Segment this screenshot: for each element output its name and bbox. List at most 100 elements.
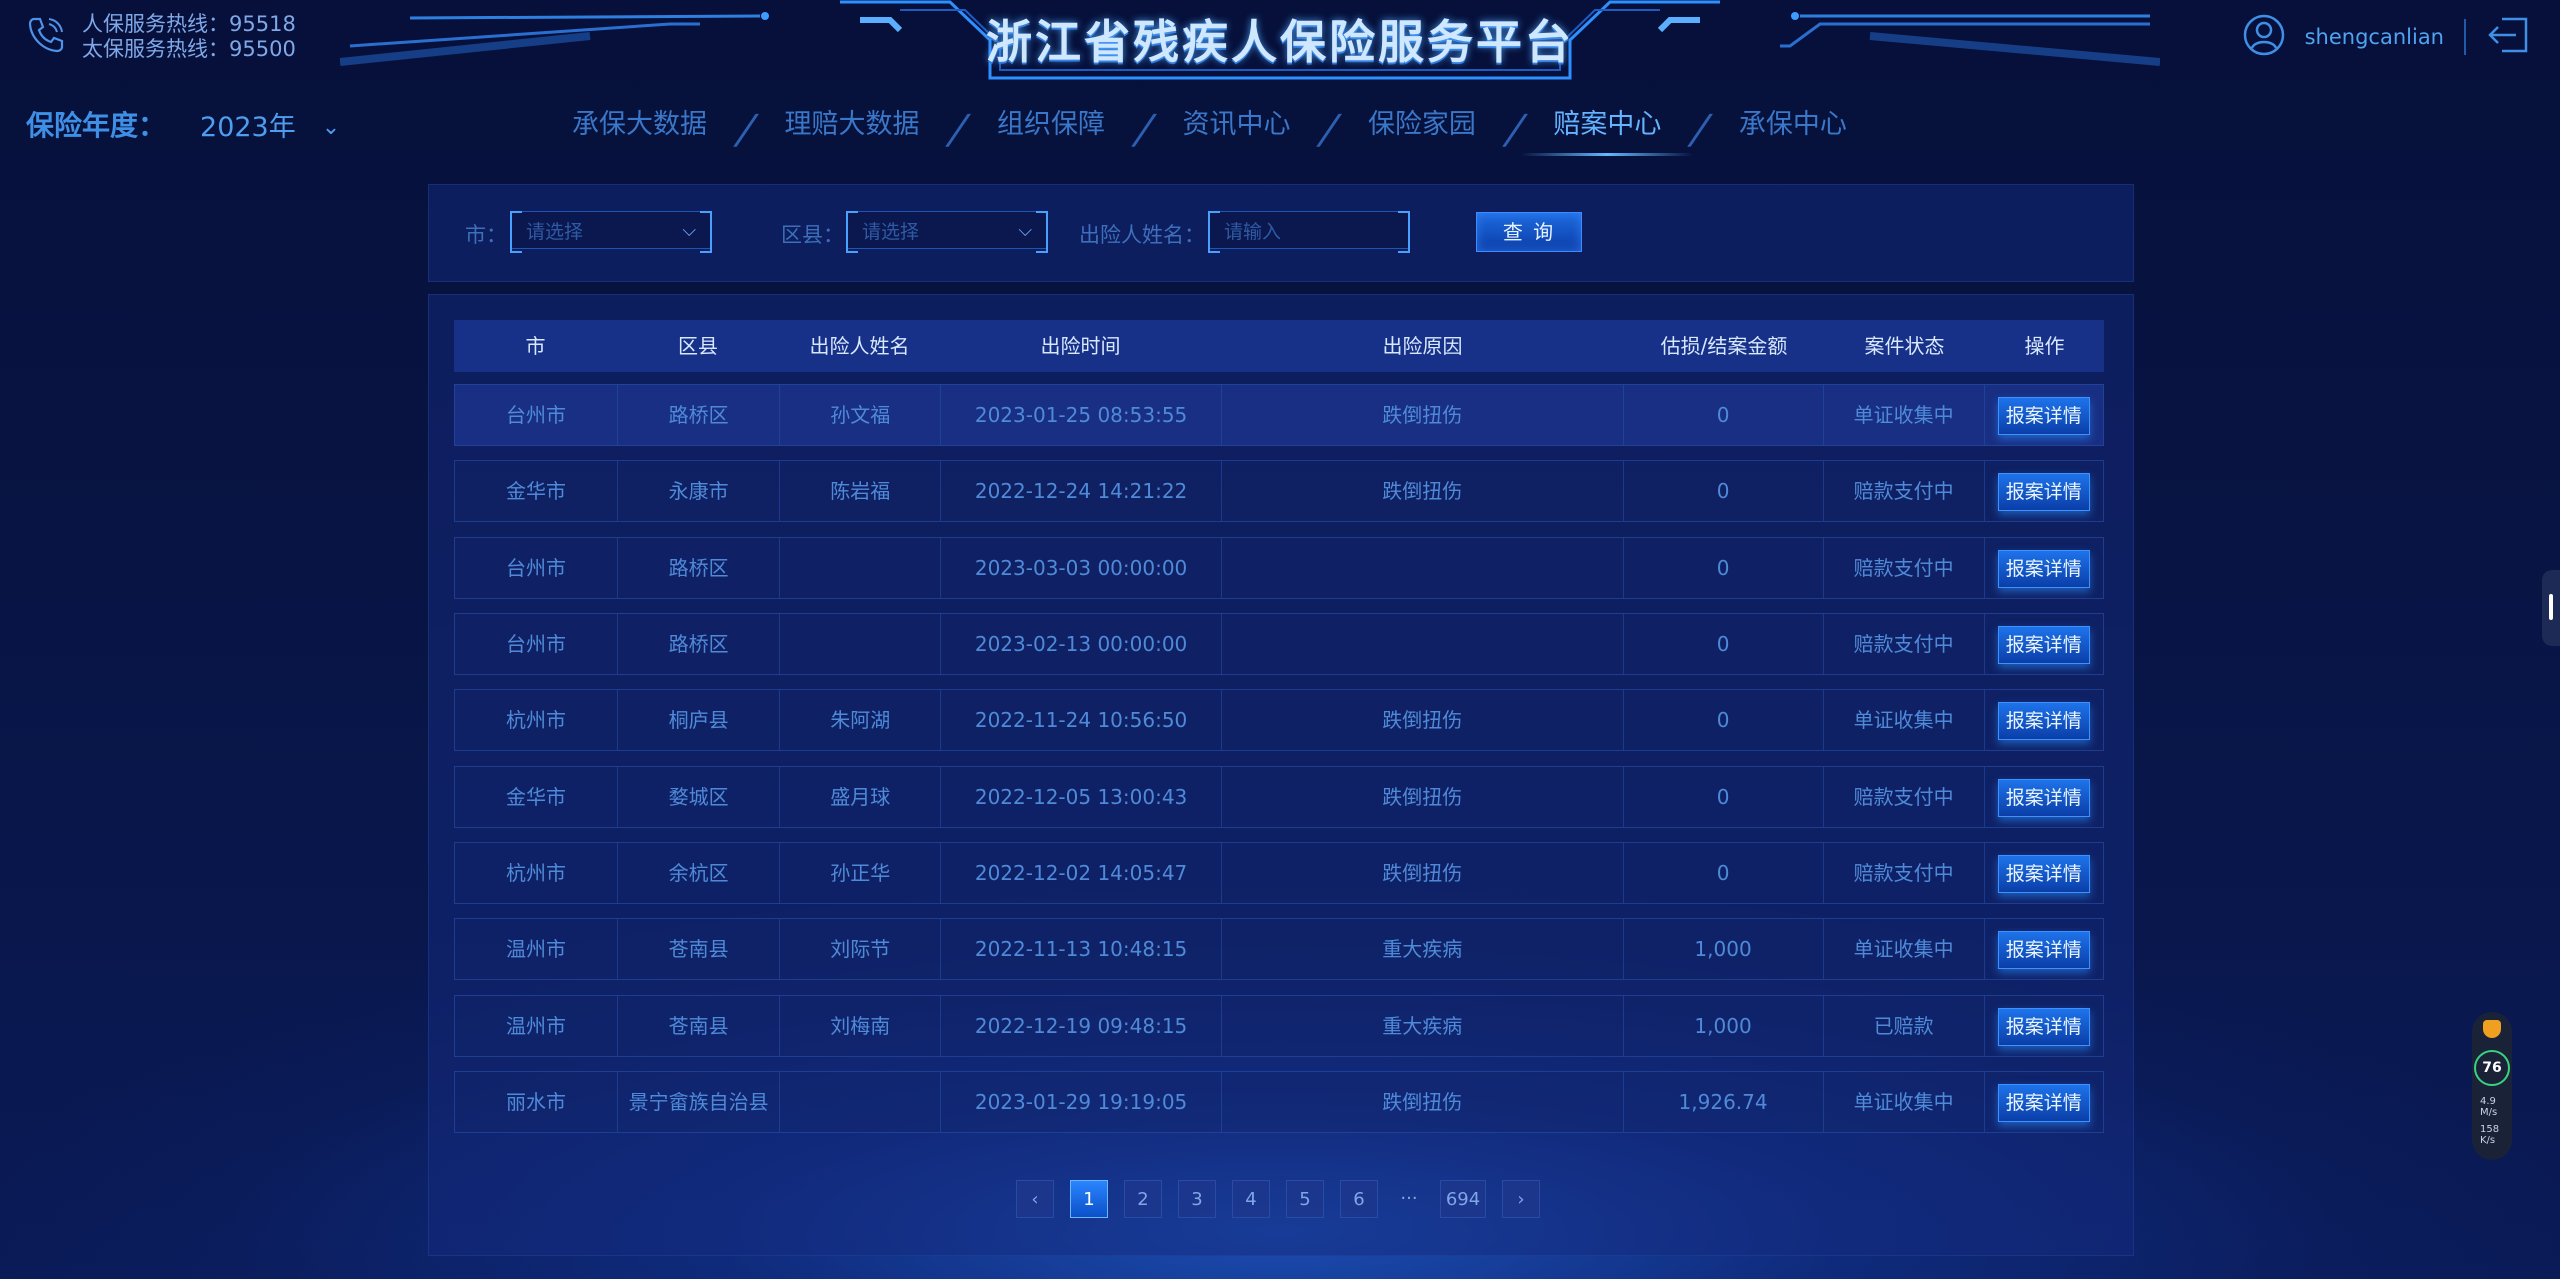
filter-bar: 市： 请选择 ⌵ 区县： 请选择 ⌵ 出险人姓名： 请输入 <box>428 184 2134 282</box>
col-amount: 估损/结案金额 <box>1660 334 1788 358</box>
table-row: 台州市 路桥区 2023-03-03 00:00:00 0 赔款支付中 报案详情 <box>454 537 2104 599</box>
report-detail-button[interactable]: 报案详情 <box>1997 1084 2090 1122</box>
district-placeholder: 请选择 <box>862 220 920 243</box>
year-value[interactable]: 2023年 <box>200 105 296 144</box>
chevron-left-icon[interactable]: ‹ <box>1016 1180 1054 1218</box>
cell-name: 陈岩福 <box>780 461 942 521</box>
district-select[interactable]: 请选择 ⌵ <box>846 211 1048 253</box>
cell-district: 苍南县 <box>618 996 781 1056</box>
page-title: 浙江省残疾人保险服务平台 <box>986 15 1574 69</box>
table-row: 台州市 路桥区 孙文福 2023-01-25 08:53:55 跌倒扭伤 0 单… <box>454 384 2104 446</box>
cell-amount: 0 <box>1624 843 1824 903</box>
network-speed-widget[interactable]: 76 4.9 M/s 158 K/s <box>2472 1012 2512 1160</box>
shield-icon <box>2483 1020 2501 1038</box>
page-2[interactable]: 2 <box>1124 1180 1162 1218</box>
page-4[interactable]: 4 <box>1232 1180 1270 1218</box>
cell-reason: 跌倒扭伤 <box>1222 385 1624 445</box>
cell-city: 杭州市 <box>455 690 619 750</box>
report-detail-button[interactable]: 报案详情 <box>1997 855 2090 893</box>
cell-time: 2022-12-05 13:00:43 <box>941 767 1222 827</box>
cell-time: 2023-01-29 19:19:05 <box>941 1072 1222 1132</box>
report-detail-button[interactable]: 报案详情 <box>1997 1008 2090 1046</box>
report-detail-button[interactable]: 报案详情 <box>1997 473 2090 511</box>
cell-name <box>780 1072 942 1132</box>
cell-city: 台州市 <box>455 538 619 598</box>
logout-icon[interactable] <box>2486 15 2530 59</box>
side-drawer-handle[interactable] <box>2542 570 2560 646</box>
col-name: 出险人姓名 <box>809 334 910 358</box>
nav-item-underwriting-bigdata[interactable]: 承保大数据 <box>540 100 739 160</box>
city-select[interactable]: 请选择 ⌵ <box>510 211 712 253</box>
cell-status: 单证收集中 <box>1824 690 1985 750</box>
cell-action: 报案详情 <box>1985 843 2103 903</box>
nav-item-claims-bigdata[interactable]: 理赔大数据 <box>752 100 951 160</box>
divider <box>2464 19 2466 55</box>
cell-action: 报案详情 <box>1985 461 2103 521</box>
header-deco-left <box>340 12 769 66</box>
cell-reason <box>1222 538 1624 598</box>
report-detail-button[interactable]: 报案详情 <box>1997 702 2090 740</box>
table-row: 温州市 苍南县 刘梅南 2022-12-19 09:48:15 重大疾病 1,0… <box>454 995 2104 1057</box>
report-detail-button[interactable]: 报案详情 <box>1997 397 2090 435</box>
page-5[interactable]: 5 <box>1286 1180 1324 1218</box>
cell-time: 2023-03-03 00:00:00 <box>941 538 1222 598</box>
cell-name <box>780 538 942 598</box>
page-6[interactable]: 6 <box>1340 1180 1378 1218</box>
cell-district: 苍南县 <box>618 919 781 979</box>
cell-action: 报案详情 <box>1985 919 2103 979</box>
page-1[interactable]: 1 <box>1070 1180 1108 1218</box>
username[interactable]: shengcanlian <box>2305 25 2444 49</box>
report-detail-button[interactable]: 报案详情 <box>1997 550 2090 588</box>
cell-amount: 0 <box>1624 614 1824 674</box>
report-detail-button[interactable]: 报案详情 <box>1997 779 2090 817</box>
pagination: ‹ 1 2 3 4 5 6 ··· 694 › <box>1016 1180 1540 1218</box>
upload-speed: 4.9 M/s <box>2480 1096 2498 1118</box>
cell-district: 路桥区 <box>618 538 781 598</box>
cell-city: 金华市 <box>455 767 619 827</box>
page-3[interactable]: 3 <box>1178 1180 1216 1218</box>
page-last[interactable]: 694 <box>1440 1180 1486 1218</box>
cell-status: 单证收集中 <box>1824 385 1985 445</box>
cell-city: 台州市 <box>455 385 619 445</box>
cell-district: 景宁畲族自治县 <box>618 1072 781 1132</box>
report-detail-button[interactable]: 报案详情 <box>1997 931 2090 969</box>
table-row: 温州市 苍南县 刘际节 2022-11-13 10:48:15 重大疾病 1,0… <box>454 918 2104 980</box>
page-ellipsis[interactable]: ··· <box>1394 1180 1424 1218</box>
hotline-pic: 人保服务热线：95518 <box>82 12 296 36</box>
cell-status: 单证收集中 <box>1824 919 1985 979</box>
district-label: 区县： <box>781 223 844 247</box>
nav-item-claims-center[interactable]: 赔案中心 <box>1521 100 1694 160</box>
chevron-right-icon[interactable]: › <box>1502 1180 1540 1218</box>
cell-district: 余杭区 <box>618 843 781 903</box>
table-row: 金华市 永康市 陈岩福 2022-12-24 14:21:22 跌倒扭伤 0 赔… <box>454 460 2104 522</box>
insurance-year-selector[interactable]: 保险年度： 2023年 ⌄ <box>26 104 340 144</box>
col-status: 案件状态 <box>1864 334 1945 358</box>
city-label: 市： <box>465 223 507 247</box>
chevron-down-icon[interactable]: ⌄ <box>322 115 340 140</box>
table-row: 丽水市 景宁畲族自治县 2023-01-29 19:19:05 跌倒扭伤 1,9… <box>454 1071 2104 1133</box>
cell-status: 已赔款 <box>1824 996 1985 1056</box>
nav-item-insurance-home[interactable]: 保险家园 <box>1336 100 1508 160</box>
cell-status: 赔款支付中 <box>1824 614 1985 674</box>
cell-amount: 1,000 <box>1624 996 1824 1056</box>
cell-name <box>780 614 942 674</box>
query-button[interactable]: 查 询 <box>1476 212 1582 252</box>
nav-item-news-center[interactable]: 资讯中心 <box>1150 100 1322 160</box>
cell-name: 朱阿湖 <box>780 690 942 750</box>
name-input[interactable]: 请输入 <box>1208 211 1410 253</box>
cell-time: 2022-11-13 10:48:15 <box>941 919 1222 979</box>
user-avatar-icon[interactable] <box>2243 14 2285 60</box>
cell-status: 赔款支付中 <box>1824 767 1985 827</box>
cell-amount: 0 <box>1624 767 1824 827</box>
chevron-down-icon: ⌵ <box>682 219 696 241</box>
cell-action: 报案详情 <box>1985 1072 2103 1132</box>
table-row: 杭州市 余杭区 孙正华 2022-12-02 14:05:47 跌倒扭伤 0 赔… <box>454 842 2104 904</box>
cell-district: 婺城区 <box>618 767 781 827</box>
nav-item-underwriting-center[interactable]: 承保中心 <box>1707 100 1879 160</box>
year-label: 保险年度： <box>26 109 167 142</box>
cell-action: 报案详情 <box>1985 614 2103 674</box>
cell-status: 赔款支付中 <box>1824 538 1985 598</box>
nav-item-org-support[interactable]: 组织保障 <box>965 100 1137 160</box>
report-detail-button[interactable]: 报案详情 <box>1997 626 2090 664</box>
cell-action: 报案详情 <box>1985 538 2103 598</box>
